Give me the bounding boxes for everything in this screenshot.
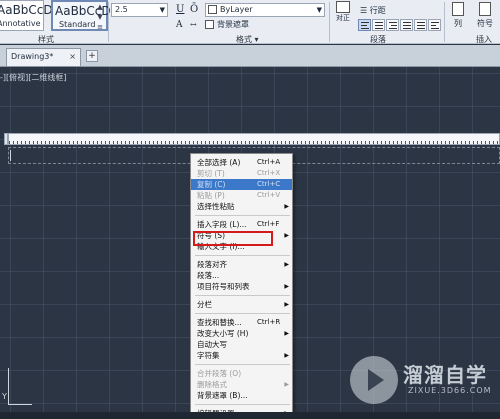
style-annotative[interactable]: AaBbCcD Annotative: [0, 0, 53, 31]
styles-panel-label: 样式: [38, 35, 54, 44]
submenu-arrow-icon: ▶: [284, 261, 289, 268]
chevron-down-icon[interactable]: ▼: [317, 4, 322, 16]
scroll-up-icon[interactable]: ▲: [95, 2, 105, 12]
menu-item-remove-formatting[interactable]: 删除格式 ▶: [191, 379, 292, 390]
symbol-label: 符号: [477, 19, 493, 28]
panel-divider: [329, 2, 330, 42]
play-icon: [350, 356, 398, 404]
oblique-icon[interactable]: ↔: [190, 20, 197, 29]
menu-item-find-replace[interactable]: 查找和替换... Ctrl+R: [191, 317, 292, 328]
line-spacing-label: 行距: [369, 6, 386, 15]
justify-text-button[interactable]: [400, 19, 413, 31]
submenu-arrow-icon: ▶: [284, 203, 289, 210]
underline-button[interactable]: U: [176, 4, 184, 15]
align-right-button[interactable]: [386, 19, 399, 31]
menu-item-cut[interactable]: 剪切 (T) Ctrl+X: [191, 168, 292, 179]
columns-icon: [452, 2, 464, 16]
menu-item-combine-paragraphs[interactable]: 合并段落 (O): [191, 368, 292, 379]
justify-icon: [336, 1, 350, 13]
menu-separator: [195, 295, 290, 296]
symbol-annotation-box: [193, 231, 273, 246]
align-center-button[interactable]: [372, 19, 385, 31]
document-tab-bar: Drawing3* × +: [0, 45, 500, 67]
background-mask-button[interactable]: 背景遮罩: [205, 19, 249, 30]
paragraph-panel-label: 段落: [370, 35, 386, 44]
menu-separator: [195, 404, 290, 405]
overline-button[interactable]: Ō: [190, 4, 198, 15]
menu-item-bullets-lists[interactable]: 项目符号和列表 ▶: [191, 281, 292, 292]
ribbon: AaBbCcD Annotative AaBbCcD Standard ▲ ▼ …: [0, 0, 500, 44]
menu-item-insert-field[interactable]: 插入字段 (L)... Ctrl+F: [191, 219, 292, 230]
background-mask-label: 背景遮罩: [217, 20, 249, 29]
submenu-arrow-icon: ▶: [284, 283, 289, 290]
font-icon[interactable]: A: [176, 20, 183, 30]
ucs-y-label: Y: [2, 392, 7, 401]
symbol-button[interactable]: 符号: [474, 1, 496, 33]
panel-divider: [108, 2, 109, 42]
menu-item-paste[interactable]: 粘贴 (P) Ctrl+V: [191, 190, 292, 201]
menu-separator: [195, 215, 290, 216]
menu-item-charset[interactable]: 字符集 ▶: [191, 350, 292, 361]
submenu-arrow-icon: ▶: [284, 352, 289, 359]
distribute-button[interactable]: [414, 19, 427, 31]
submenu-arrow-icon: ▶: [284, 301, 289, 308]
chevron-down-icon[interactable]: ▼: [160, 4, 165, 16]
style-sample: AaBbCcD: [0, 3, 53, 17]
insert-panel-label: 插入: [476, 35, 492, 44]
symbol-icon: [479, 2, 491, 16]
text-height-value: 2.5: [115, 5, 128, 14]
watermark-logo: 溜溜自学 ZIXUE.3D66.COM: [350, 356, 496, 406]
columns-button[interactable]: 列: [447, 1, 469, 33]
watermark-title: 溜溜自学: [403, 363, 487, 387]
menu-item-select-all[interactable]: 全部选择 (A) Ctrl+A: [191, 157, 292, 168]
menu-separator: [195, 364, 290, 365]
paragraph-settings-button[interactable]: [428, 19, 441, 31]
close-icon[interactable]: ×: [69, 49, 76, 65]
expand-icon[interactable]: ≡: [95, 22, 105, 32]
menu-separator: [195, 255, 290, 256]
menu-separator: [195, 313, 290, 314]
context-menu: 全部选择 (A) Ctrl+A 剪切 (T) Ctrl+X 复制 (C) Ctrl+C…: [190, 153, 293, 419]
scroll-down-icon[interactable]: ▼: [95, 12, 105, 22]
menu-item-copy[interactable]: 复制 (C) Ctrl+C: [191, 179, 292, 190]
viewport-controls-label[interactable]: -][俯视][二维线框]: [0, 72, 67, 83]
menu-item-change-case[interactable]: 改变大小写 (H) ▶: [191, 328, 292, 339]
submenu-arrow-icon: ▶: [284, 232, 289, 239]
style-name: Standard: [59, 20, 96, 29]
text-height-combo[interactable]: 2.5 ▼: [111, 3, 168, 17]
menu-item-columns[interactable]: 分栏 ▶: [191, 299, 292, 310]
style-name: Annotative: [0, 19, 41, 28]
align-left-button[interactable]: [358, 19, 371, 31]
menu-item-autocaps[interactable]: 自动大写: [191, 339, 292, 350]
ucs-icon: Y: [2, 368, 32, 408]
format-panel-label: 格式 ▾: [236, 35, 259, 44]
submenu-arrow-icon: ▶: [284, 381, 289, 388]
text-cursor: [10, 150, 11, 161]
color-value: ByLayer: [220, 5, 253, 14]
new-tab-button[interactable]: +: [86, 50, 98, 62]
layout-tabs-strip: [0, 412, 500, 419]
style-gallery-scroll[interactable]: ▲ ▼ ≡: [95, 2, 105, 32]
submenu-arrow-icon: ▶: [284, 330, 289, 337]
line-spacing-button[interactable]: ☰ 行距: [360, 5, 386, 16]
menu-item-background-mask[interactable]: 背景遮罩 (B)...: [191, 390, 292, 401]
menu-item-paste-special[interactable]: 选择性粘贴 ▶: [191, 201, 292, 212]
text-color-combo[interactable]: ByLayer ▼: [205, 3, 325, 17]
mask-icon: [205, 20, 214, 29]
columns-label: 列: [454, 19, 462, 28]
menu-item-paragraph-alignment[interactable]: 段落对齐 ▶: [191, 259, 292, 270]
justify-label: 对正: [336, 14, 350, 22]
panel-divider: [444, 2, 445, 42]
tab-drawing3[interactable]: Drawing3* ×: [6, 48, 81, 66]
text-editor-ruler[interactable]: [8, 133, 500, 145]
line-spacing-icon: ☰: [360, 6, 370, 15]
tab-label: Drawing3*: [11, 52, 54, 61]
watermark-url: ZIXUE.3D66.COM: [408, 386, 492, 395]
color-swatch-icon: [208, 5, 217, 14]
justify-button[interactable]: 对正: [332, 1, 354, 33]
menu-item-paragraph[interactable]: 段落...: [191, 270, 292, 281]
